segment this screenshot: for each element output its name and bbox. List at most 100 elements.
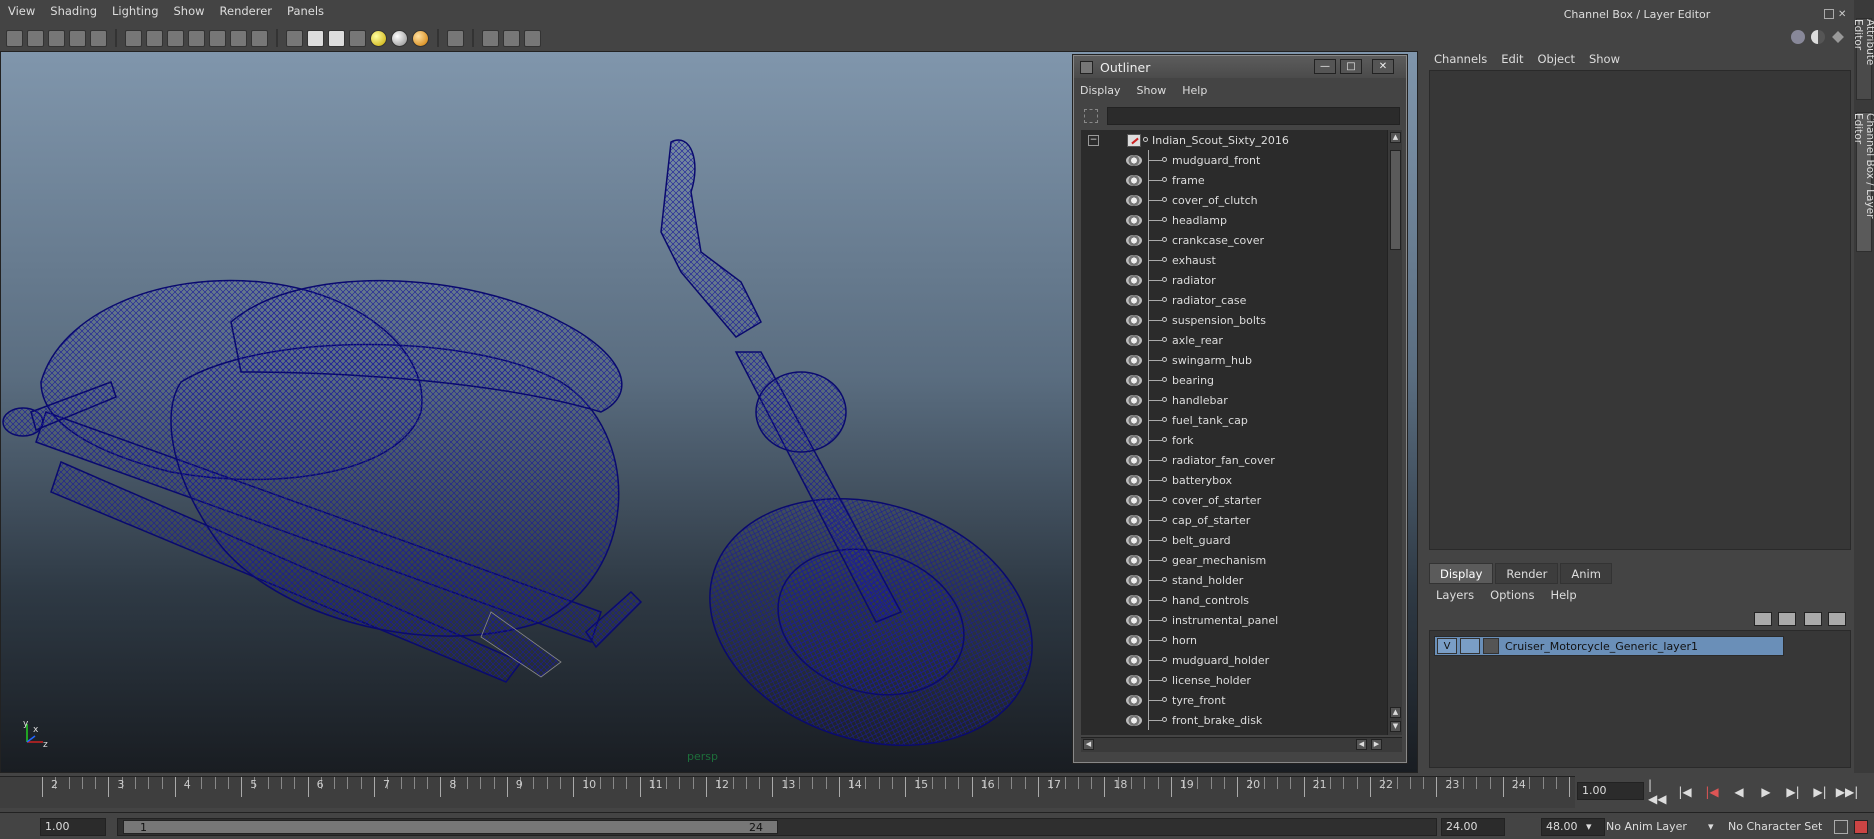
image-plane-icon[interactable] [69,29,86,47]
filter-icon[interactable] [1084,109,1098,123]
outliner-item[interactable]: belt_guard [1081,530,1387,550]
menu-renderer[interactable]: Renderer [220,4,273,18]
channels-area[interactable] [1429,70,1851,550]
mesh-visibility-icon[interactable] [1126,654,1142,666]
tab-anim[interactable]: Anim [1560,563,1612,584]
outliner-item[interactable]: frame [1081,170,1387,190]
grid-icon[interactable] [125,29,142,47]
grease-pencil-icon[interactable] [90,29,107,47]
menu-help[interactable]: Help [1550,588,1576,602]
shadows-icon[interactable] [391,29,408,47]
minimize-icon[interactable]: — [1314,59,1336,74]
scroll-down-icon[interactable]: ▼ [1390,721,1401,732]
outliner-item[interactable]: front_brake_disk [1081,710,1387,730]
mesh-visibility-icon[interactable] [1126,474,1142,486]
step-forward-frame-icon[interactable]: ▶| [1810,784,1830,800]
film-gate-icon[interactable] [146,29,163,47]
mesh-visibility-icon[interactable] [1126,274,1142,286]
anim-layer-dropdown-arrow-icon[interactable]: ▾ [1586,818,1592,836]
xray-joints-icon[interactable] [503,29,520,47]
outliner-menu-show[interactable]: Show [1137,84,1167,97]
mesh-visibility-icon[interactable] [1126,154,1142,166]
mesh-visibility-icon[interactable] [1126,694,1142,706]
move-layer-down-icon[interactable] [1828,612,1846,626]
textured-icon[interactable] [349,29,366,47]
ambient-occlusion-icon[interactable] [412,29,429,47]
outliner-item[interactable]: bearing [1081,370,1387,390]
outliner-item[interactable]: instrumental_panel [1081,610,1387,630]
safe-action-icon[interactable] [230,29,247,47]
scroll-down-arrow-icon[interactable]: ▲ [1390,707,1401,718]
mesh-visibility-icon[interactable] [1126,174,1142,186]
safe-title-icon[interactable] [251,29,268,47]
mesh-visibility-icon[interactable] [1126,454,1142,466]
isolate-select-icon[interactable] [447,29,464,47]
tab-display[interactable]: Display [1429,563,1494,584]
channel-toggle-2-icon[interactable] [1811,30,1825,44]
step-back-key-icon[interactable]: |◀ [1702,784,1722,800]
outliner-root-item[interactable]: − Indian_Scout_Sixty_2016 [1081,130,1387,150]
go-to-start-icon[interactable]: |◀◀ [1648,778,1668,806]
outliner-menu-help[interactable]: Help [1182,84,1207,97]
outliner-vertical-scrollbar[interactable]: ▲ ▲ ▼ [1387,130,1402,735]
mesh-visibility-icon[interactable] [1126,714,1142,726]
tab-channel-box-layer-editor[interactable]: Channel Box / Layer Editor [1852,112,1874,252]
step-forward-key-icon[interactable]: ▶| [1783,784,1803,800]
outliner-item[interactable]: handlebar [1081,390,1387,410]
outliner-item[interactable]: mudguard_holder [1081,650,1387,670]
mesh-visibility-icon[interactable] [1126,354,1142,366]
scroll-up-icon[interactable]: ▲ [1390,132,1401,143]
outliner-item[interactable]: tyre_front [1081,690,1387,710]
outliner-list[interactable]: − Indian_Scout_Sixty_2016 mudguard_front fr… [1081,130,1387,735]
menu-shading[interactable]: Shading [50,4,97,18]
range-slider[interactable]: 1 24 [117,818,1437,836]
mesh-visibility-icon[interactable] [1126,194,1142,206]
scroll-left-icon[interactable]: ◀ [1083,739,1094,750]
layer-row[interactable]: V Cruiser_Motorcycle_Generic_layer1 [1434,636,1784,656]
bookmark-icon[interactable] [48,29,65,47]
time-slider[interactable]: 2 3 4 5 6 7 8 9 10 11 12 13 14 15 16 17 18 19 20 21 22 23 24 [0,776,1575,808]
current-frame-field[interactable]: 1.00 [1577,782,1644,800]
outliner-item[interactable]: horn [1081,630,1387,650]
resolution-gate-icon[interactable] [167,29,184,47]
outliner-menu-display[interactable]: Display [1080,84,1121,97]
tab-attribute-editor[interactable]: Attribute Editor [1852,18,1874,100]
key-icon[interactable] [1834,820,1848,834]
gate-mask-icon[interactable] [188,29,205,47]
outliner-item[interactable]: cap_of_starter [1081,510,1387,530]
mesh-visibility-icon[interactable] [1126,294,1142,306]
mesh-visibility-icon[interactable] [1126,614,1142,626]
mesh-visibility-icon[interactable] [1126,314,1142,326]
outliner-item[interactable]: crankcase_cover [1081,230,1387,250]
scroll-left-2-icon[interactable]: ◀ [1356,739,1367,750]
menu-show[interactable]: Show [174,4,205,18]
mesh-visibility-icon[interactable] [1126,514,1142,526]
layer-name[interactable]: Cruiser_Motorcycle_Generic_layer1 [1505,640,1698,653]
wireframe-on-shaded-icon[interactable] [328,29,345,47]
outliner-item[interactable]: mudguard_front [1081,150,1387,170]
collapse-icon[interactable]: − [1088,134,1099,146]
close-panel-icon[interactable]: ✕ [1838,9,1846,20]
wireframe-icon[interactable] [286,29,303,47]
outliner-item[interactable]: fork [1081,430,1387,450]
mesh-visibility-icon[interactable] [1126,594,1142,606]
outliner-titlebar[interactable]: Outliner — □ ✕ [1074,56,1406,78]
menu-panels[interactable]: Panels [287,4,324,18]
xray-icon[interactable] [482,29,499,47]
start-time-field[interactable]: 1.00 [40,818,106,836]
outliner-item[interactable]: fuel_tank_cap [1081,410,1387,430]
preferences-icon[interactable] [1854,820,1868,834]
outliner-item[interactable]: headlamp [1081,210,1387,230]
select-camera-icon[interactable] [6,29,23,47]
outliner-item[interactable]: axle_rear [1081,330,1387,350]
mesh-visibility-icon[interactable] [1126,554,1142,566]
outliner-window[interactable]: Outliner — □ ✕ Display Show Help − Indian… [1073,55,1407,763]
backface-culling-icon[interactable] [524,29,541,47]
layer-visibility-toggle[interactable]: V [1437,638,1457,654]
scroll-thumb[interactable] [1390,150,1401,250]
max-time-field[interactable]: 48.00 [1541,818,1605,836]
menu-object[interactable]: Object [1538,52,1575,66]
move-layer-up-icon[interactable] [1804,612,1822,626]
mesh-visibility-icon[interactable] [1126,414,1142,426]
outliner-item[interactable]: license_holder [1081,670,1387,690]
